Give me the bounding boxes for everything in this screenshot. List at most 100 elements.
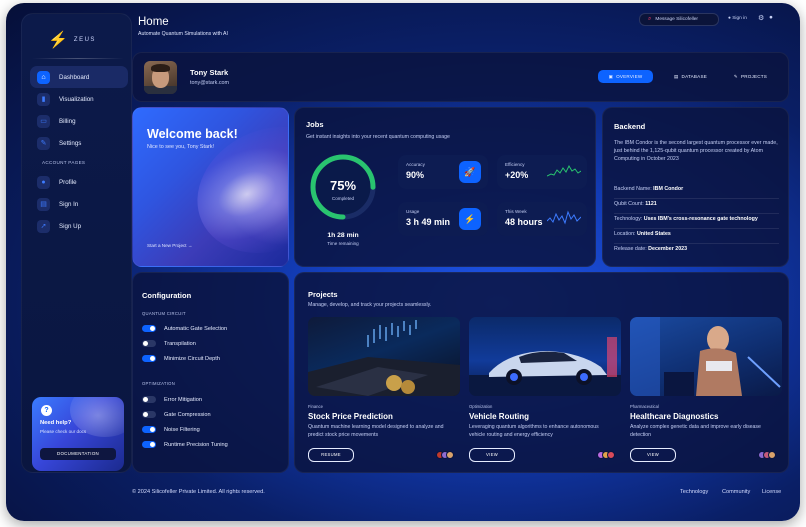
project-description: Leveraging quantum algorithms to enhance… [469, 424, 599, 438]
page-title: Home [138, 16, 169, 28]
search-placeholder: Message Silicofeller [655, 17, 699, 22]
stat-accuracy: Accuracy 90% 🚀 [398, 155, 488, 189]
sidebar-item-billing[interactable]: ▭ Billing [30, 110, 128, 132]
stat-efficiency: Efficiency +20% [497, 155, 587, 189]
sidebar-item-sign-up[interactable]: ➚ Sign Up [30, 215, 128, 237]
sidebar-item-label: Settings [59, 139, 82, 147]
project-title: Healthcare Diagnostics [630, 412, 719, 421]
toggle-noise-filtering[interactable]: Noise Filtering [142, 426, 200, 433]
row-value: 1121 [645, 201, 657, 207]
sidebar-item-sign-in[interactable]: ▤ Sign In [30, 193, 128, 215]
gear-icon[interactable]: ⚙ [758, 14, 764, 22]
toggle-transpilation[interactable]: Transpilation [142, 340, 196, 347]
avatar [446, 451, 454, 459]
help-subtitle: Please check our docs [40, 429, 87, 434]
sidebar-item-visualization[interactable]: ▮ Visualization [30, 88, 128, 110]
toggle-label: Runtime Precision Tuning [164, 441, 228, 448]
row-label: Backend Name: [614, 186, 652, 192]
stat-value: 3 h 49 min [406, 217, 451, 227]
backend-row: Qubit Count: 1121 [614, 201, 657, 207]
sidebar-item-dashboard[interactable]: ⌂ Dashboard [30, 66, 128, 88]
toggle-error-mitigation[interactable]: Error Mitigation [142, 396, 202, 403]
project-image [630, 317, 782, 396]
tab-overview[interactable]: ▣ OVERVIEW [598, 70, 653, 83]
view-button[interactable]: VIEW [630, 448, 676, 462]
sidebar-item-label: Billing [59, 117, 76, 125]
bell-icon[interactable]: ● [769, 14, 773, 21]
search-icon: ⌕ [648, 16, 652, 22]
start-project-link[interactable]: Start a New Project → [147, 243, 192, 248]
switch[interactable] [142, 411, 156, 418]
project-image [308, 317, 460, 396]
divider [614, 198, 779, 199]
switch[interactable] [142, 426, 156, 433]
project-description: Quantum machine learning model designed … [308, 424, 444, 438]
app-window: ⚡ ZEUS ⌂ Dashboard ▮ Visualization ▭ Bil… [6, 3, 800, 521]
row-label: Technology: [614, 216, 643, 222]
bolt-icon: ⚡ [48, 32, 68, 49]
sidebar-item-settings[interactable]: ✎ Settings [30, 132, 128, 154]
footer-link-license[interactable]: License [762, 489, 781, 495]
view-button[interactable]: VIEW [469, 448, 515, 462]
row-label: Location: [614, 231, 636, 237]
time-remaining-label: Time remaining [327, 241, 359, 246]
card-icon: ▭ [37, 114, 50, 128]
tab-projects[interactable]: ✎ PROJECTS [723, 70, 778, 83]
sidebar-item-profile[interactable]: ● Profile [30, 171, 128, 193]
project-description: Analyze complex genetic data and improve… [630, 424, 761, 438]
person-icon: ● [37, 175, 50, 189]
project-card-vehicle[interactable]: Optimization Vehicle Routing Leveraging … [469, 317, 621, 465]
documentation-button[interactable]: DOCUMENTATION [40, 448, 116, 460]
bolt-icon: ⚡ [459, 208, 481, 230]
divider [614, 243, 779, 244]
stat-value: +20% [505, 170, 529, 180]
project-category: Finance [308, 404, 323, 409]
backend-description: The IBM Condor is the second largest qua… [614, 140, 778, 163]
wrench-icon: ✎ [37, 136, 50, 150]
brand-logo[interactable]: ⚡ ZEUS [48, 30, 96, 50]
switch[interactable] [142, 355, 156, 362]
switch[interactable] [142, 441, 156, 448]
search-input[interactable]: ⌕ Message Silicofeller [639, 13, 719, 26]
switch[interactable] [142, 325, 156, 332]
footer-link-technology[interactable]: Technology [680, 489, 708, 495]
project-card-stock[interactable]: Finance Stock Price Prediction Quantum m… [308, 317, 460, 465]
sign-in-link[interactable]: ● Sign in [728, 16, 747, 21]
stat-usage: Usage 3 h 49 min ⚡ [398, 202, 488, 236]
tab-label: OVERVIEW [616, 74, 643, 79]
time-remaining-value: 1h 28 min [327, 232, 359, 239]
configuration-card: Configuration QUANTUM CIRCUIT Automatic … [132, 272, 289, 473]
project-category: Pharmaceutical [630, 404, 659, 409]
avatar-group [436, 451, 454, 459]
toggle-minimize-circuit-depth[interactable]: Minimize Circuit Depth [142, 355, 220, 362]
backend-card: Backend The IBM Condor is the second lar… [602, 107, 789, 267]
projects-subtitle: Manage, develop, and track your projects… [308, 302, 432, 308]
tab-label: DATABASE [681, 74, 707, 79]
avatar[interactable] [144, 61, 177, 94]
avatar [607, 451, 615, 459]
tab-database[interactable]: ▤ DATABASE [663, 70, 718, 83]
progress-value: 75% [329, 178, 357, 193]
project-card-healthcare[interactable]: Pharmaceutical Healthcare Diagnostics An… [630, 317, 782, 465]
footer-link-community[interactable]: Community [722, 489, 750, 495]
row-label: Qubit Count: [614, 201, 644, 207]
toggle-runtime-precision-tuning[interactable]: Runtime Precision Tuning [142, 441, 228, 448]
rocket-icon: ➚ [37, 219, 50, 233]
progress-label: Completed [331, 196, 355, 201]
toggle-automatic-gate-selection[interactable]: Automatic Gate Selection [142, 325, 227, 332]
divider [614, 213, 779, 214]
resume-button[interactable]: RESUME [308, 448, 354, 462]
projects-card: Projects Manage, develop, and track your… [294, 272, 789, 473]
switch[interactable] [142, 340, 156, 347]
fitness-image [630, 317, 781, 396]
backend-row: Release date: December 2023 [614, 246, 687, 252]
stat-label: This Week [505, 209, 527, 214]
home-icon: ⌂ [37, 70, 50, 84]
row-value: Uses IBM's cross-resonance gate technolo… [643, 216, 758, 222]
footer-copyright: © 2024 Silicofeller Private Limited. All… [132, 489, 265, 495]
toggle-gate-compression[interactable]: Gate Compression [142, 411, 211, 418]
row-value: December 2023 [648, 246, 688, 252]
project-title: Stock Price Prediction [308, 412, 393, 421]
switch[interactable] [142, 396, 156, 403]
profile-name: Tony Stark [190, 68, 229, 77]
